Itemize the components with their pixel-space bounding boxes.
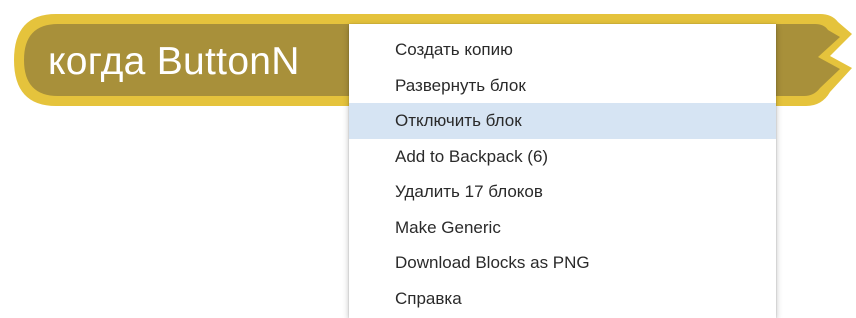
menu-item-help[interactable]: Справка <box>349 281 776 317</box>
blocks-workspace[interactable]: когда ButtonN Создать копию Развернуть б… <box>0 0 856 318</box>
menu-item-add-to-backpack[interactable]: Add to Backpack (6) <box>349 139 776 175</box>
menu-item-download-png[interactable]: Download Blocks as PNG <box>349 245 776 281</box>
menu-item-expand-block[interactable]: Развернуть блок <box>349 68 776 104</box>
menu-item-duplicate[interactable]: Создать копию <box>349 32 776 68</box>
event-block-label[interactable]: когда ButtonN <box>48 40 300 84</box>
menu-item-delete-blocks[interactable]: Удалить 17 блоков <box>349 174 776 210</box>
menu-item-make-generic[interactable]: Make Generic <box>349 210 776 246</box>
menu-item-disable-block[interactable]: Отключить блок <box>349 103 776 139</box>
context-menu: Создать копию Развернуть блок Отключить … <box>349 24 776 318</box>
